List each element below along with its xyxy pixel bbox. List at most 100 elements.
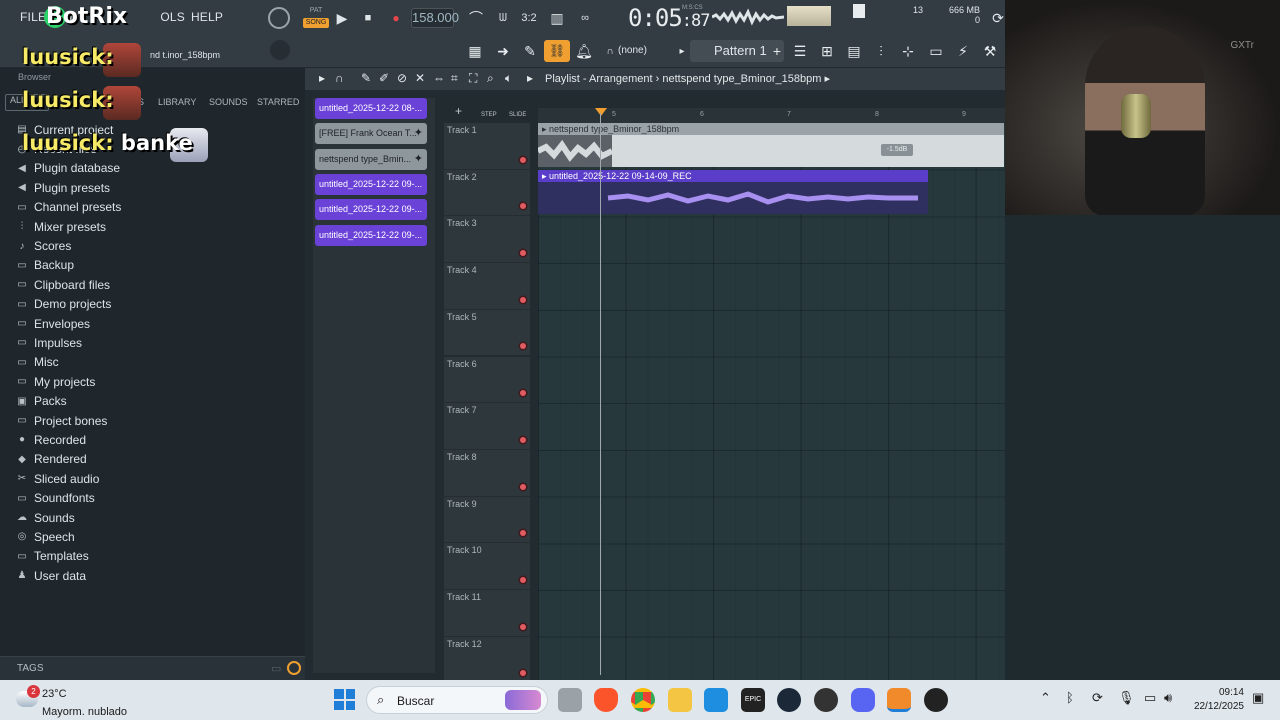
browser-item[interactable]: ▭ Backup [14, 256, 294, 275]
link-icon[interactable]: ⛓ [544, 40, 570, 62]
paint-icon[interactable]: ✐ [379, 71, 389, 85]
stop-icon[interactable]: ■ [357, 7, 379, 29]
browser-item[interactable]: ● Recorded [14, 430, 294, 449]
notifications-icon[interactable]: ▣ [1252, 690, 1264, 706]
browser-item[interactable]: ▭ Impulses [14, 333, 294, 352]
plugin-icon[interactable]: ⚡︎ [951, 40, 975, 62]
browser-item[interactable]: ◀ Plugin database [14, 159, 294, 178]
pat-song-toggle[interactable]: PAT SONG [303, 6, 329, 30]
metronome-icon[interactable]: ⌒ [465, 7, 487, 29]
browser-item[interactable]: ▭ Misc [14, 353, 294, 372]
tree-icon[interactable]: ⊹ [896, 40, 920, 62]
audio-clip[interactable]: ▸ nettspend type_Bminor_158bpm [538, 123, 1004, 167]
bluetooth-icon[interactable]: ᛒ [1066, 690, 1074, 705]
microphone-icon[interactable]: 🎙︎ [1118, 690, 1135, 706]
browser-item[interactable]: ◎ Speech [14, 527, 294, 546]
audio-clip[interactable]: ▸ untitled_2025-12-22 09-14-09_REC [538, 170, 928, 214]
chevron-up-icon[interactable]: ⌃ [1040, 690, 1051, 706]
mixer-icon[interactable]: ⫶ [869, 40, 893, 62]
file-explorer-icon[interactable] [668, 688, 692, 712]
pattern-clip[interactable]: untitled_2025-12-22 09-... [315, 173, 427, 195]
browser-item[interactable]: ▭ Channel presets [14, 198, 294, 217]
browser-item[interactable]: ⫶ Mixer presets [14, 217, 294, 236]
track-header[interactable]: Track 1 [444, 123, 530, 170]
pattern-clip[interactable]: untitled_2025-12-22 09-... [315, 224, 427, 246]
browser-item[interactable]: ▭ My projects [14, 372, 294, 391]
slip-icon[interactable]: ⇔ [433, 71, 445, 85]
wait-input-icon[interactable]: ᗯ [492, 7, 514, 29]
track-header[interactable]: Track 7 [444, 403, 530, 450]
track-header[interactable]: Track 8 [444, 449, 530, 497]
track-header[interactable]: Track 12 [444, 636, 530, 684]
files-icon[interactable]: ▭ [924, 40, 948, 62]
master-volume-knob[interactable] [268, 7, 290, 29]
pattern-clip[interactable]: untitled_2025-12-22 08-... [315, 98, 427, 119]
steam-icon[interactable] [777, 688, 801, 712]
pencil-icon[interactable]: ✎ [518, 40, 542, 62]
browser-item[interactable]: ☁ Sounds [14, 508, 294, 527]
tab-starred[interactable]: STARRED [257, 97, 299, 107]
playlist-icon[interactable]: ☰ [788, 40, 812, 62]
browser-item[interactable]: ♟ User data [14, 566, 294, 585]
snap-selector[interactable]: (none) [618, 45, 647, 56]
track-record-icon[interactable] [520, 296, 526, 303]
network-icon[interactable]: ▭ [1144, 690, 1156, 706]
select-icon[interactable]: ⛶ [469, 71, 477, 86]
loop-marker-icon[interactable] [595, 108, 607, 116]
playhead[interactable] [600, 113, 601, 675]
chrome-icon[interactable] [631, 688, 655, 712]
add-track-icon[interactable]: + [455, 104, 462, 118]
menu-file[interactable]: FILE [20, 10, 46, 24]
folder-icon[interactable]: ▭ [271, 662, 281, 675]
browser-item[interactable]: ▭ Clipboard files [14, 275, 294, 294]
magnet-icon[interactable]: ∩ [335, 71, 344, 85]
track-header[interactable]: Track 2 [444, 169, 530, 217]
step-edit-icon[interactable]: ▥ [546, 7, 568, 29]
track-record-icon[interactable] [520, 530, 526, 537]
sync-icon[interactable]: ⟳ [1092, 690, 1103, 706]
task-view-icon[interactable] [558, 688, 582, 712]
pitch-knob[interactable] [270, 40, 290, 60]
pattern-view-icon[interactable]: ▦ [463, 40, 487, 62]
zoom-icon[interactable]: ⌕ [487, 71, 494, 86]
menu-help[interactable]: HELP [191, 10, 223, 24]
slice-icon[interactable]: ⌗ [451, 71, 458, 86]
track-header[interactable]: Track 9 [444, 496, 530, 544]
track-header[interactable]: Track 4 [444, 263, 530, 310]
track-record-icon[interactable] [520, 670, 526, 677]
browser-item[interactable]: ▭ Templates [14, 547, 294, 566]
track-header[interactable]: Track 6 [444, 356, 530, 404]
browser-item[interactable]: ◆ Rendered [14, 450, 294, 469]
bell-icon[interactable]: 🔔︎ [572, 40, 596, 62]
tab-sounds[interactable]: SOUNDS [209, 97, 248, 107]
drag-icon[interactable]: ✦ [414, 123, 423, 144]
track-header[interactable]: Track 11 [444, 590, 530, 637]
pattern-clip[interactable]: untitled_2025-12-22 09-... [315, 199, 427, 221]
browser-item[interactable]: ♪ Scores [14, 236, 294, 255]
track-header[interactable]: Track 10 [444, 543, 530, 590]
track-record-icon[interactable] [520, 343, 526, 350]
track-header[interactable]: Track 5 [444, 309, 530, 357]
windows-start-icon[interactable] [334, 689, 355, 710]
triangle-right-icon[interactable]: ▸ [319, 71, 325, 85]
pattern-clip[interactable]: nettspend type_Bmin... ✦ [315, 148, 427, 170]
browser-item[interactable]: ▭ Demo projects [14, 295, 294, 314]
triangle-right-icon[interactable]: ▸ [527, 71, 533, 85]
play-icon[interactable]: ▶ [331, 7, 353, 29]
epic-games-icon[interactable]: EPIC [741, 688, 765, 712]
obs-icon[interactable] [814, 688, 838, 712]
track-record-icon[interactable] [520, 483, 526, 490]
browser-item[interactable]: ▭ Soundfonts [14, 488, 294, 507]
track-record-icon[interactable] [520, 203, 526, 210]
discord-icon[interactable] [851, 688, 875, 712]
microsoft-store-icon[interactable] [704, 688, 728, 712]
track-record-icon[interactable] [520, 390, 526, 397]
browser-item[interactable]: ▣ Packs [14, 391, 294, 410]
loop-record-icon[interactable]: ∞ [574, 7, 596, 29]
pencil-icon[interactable]: ✎ [361, 71, 371, 85]
volume-icon[interactable]: 🔊︎ [1164, 690, 1172, 706]
tempo-display[interactable]: 158.000 [411, 8, 459, 28]
browser-item[interactable]: ▭ Envelopes [14, 314, 294, 333]
record-icon[interactable]: ● [385, 7, 407, 29]
search-box[interactable]: ⌕ Buscar [366, 686, 548, 714]
